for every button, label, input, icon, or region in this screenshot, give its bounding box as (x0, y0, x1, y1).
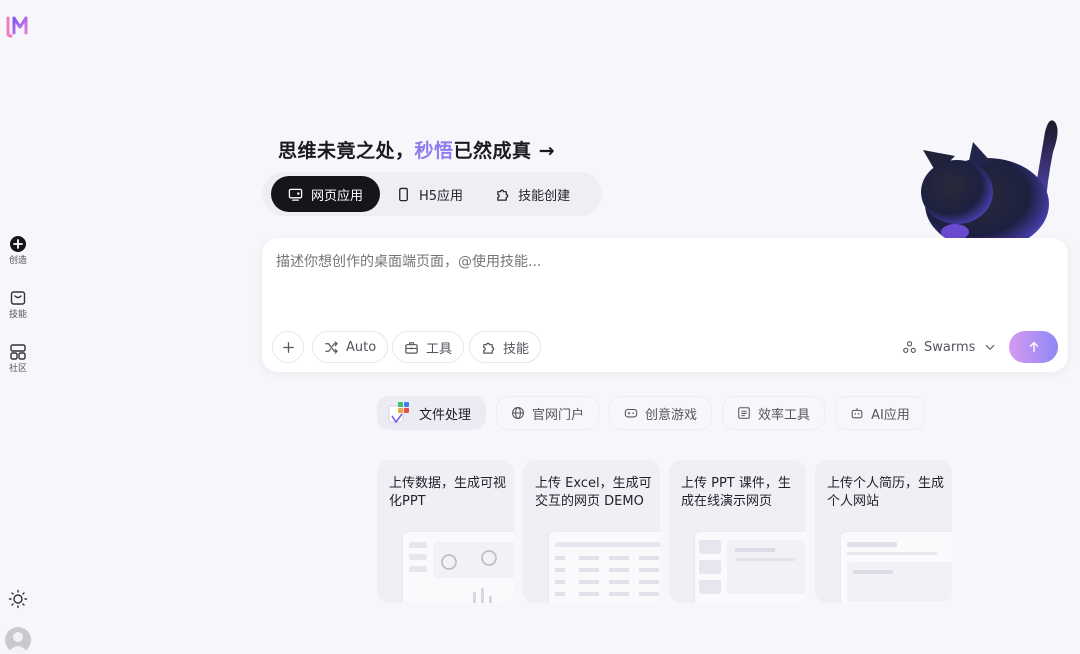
list-icon (738, 407, 750, 419)
card-thumbnail (841, 532, 952, 603)
category-chips: 文件处理 官网门户 创意游戏 效率工具 AI应用 (377, 396, 925, 430)
toolbox-icon (405, 341, 418, 354)
add-attachment-button[interactable] (272, 331, 304, 363)
sidebar-item-skills[interactable]: 技能 (0, 289, 36, 320)
tab-h5-app[interactable]: H5应用 (380, 176, 479, 212)
spreadsheet-preview-image (555, 542, 660, 596)
swarm-icon (903, 340, 916, 353)
skills-button[interactable]: 技能 (469, 331, 542, 363)
sidebar-item-label: 社区 (8, 364, 27, 374)
tab-skill-create[interactable]: 技能创建 (479, 176, 586, 212)
page-title: 思维未竟之处，秒悟已然成真 → (278, 140, 556, 162)
grid-icon (10, 344, 26, 360)
monitor-icon (288, 188, 303, 201)
cat-mascot-illustration (921, 120, 1058, 242)
logo-icon[interactable] (5, 13, 33, 39)
auto-button[interactable]: Auto (312, 331, 389, 363)
sun-icon[interactable] (8, 589, 28, 609)
slides-preview-image (699, 540, 805, 594)
prompt-input[interactable] (276, 254, 1036, 270)
bag-icon (10, 291, 26, 305)
card-thumbnail (695, 532, 806, 603)
dashboard-preview-image (409, 542, 514, 603)
category-file-processing[interactable]: 文件处理 (377, 396, 487, 430)
sidebar: 创造 技能 社区 (0, 0, 38, 654)
plus-icon (282, 341, 294, 353)
file-processing-icon (388, 402, 409, 424)
mode-tabs: 网页应用 H5应用 技能创建 (262, 172, 602, 216)
resume-site-preview-image (847, 542, 952, 602)
card-title: 上传个人简历，生成个人网站 (827, 476, 945, 509)
avatar[interactable] (5, 627, 31, 653)
template-card[interactable]: 上传 PPT 课件，生成在线演示网页 (669, 460, 806, 603)
phone-icon (399, 187, 408, 201)
send-button[interactable] (1009, 331, 1058, 363)
tools-button[interactable]: 工具 (392, 331, 465, 363)
template-card[interactable]: 上传个人简历，生成个人网站 (815, 460, 952, 603)
puzzle-icon (497, 189, 509, 201)
template-cards: 上传数据，生成可视化PPT 上传 Excel，生成可交互的网页 DEMO 上传 … (377, 460, 952, 603)
card-title: 上传 Excel，生成可交互的网页 DEMO (535, 476, 652, 509)
category-ai-apps[interactable]: AI应用 (835, 396, 925, 430)
template-card[interactable]: 上传 Excel，生成可交互的网页 DEMO (523, 460, 660, 603)
category-creative-games[interactable]: 创意游戏 (609, 396, 713, 430)
robot-icon (851, 408, 863, 419)
shuffle-icon (325, 340, 338, 354)
sidebar-item-label: 技能 (8, 310, 27, 320)
sidebar-item-create[interactable]: 创造 (0, 235, 36, 266)
arrow-up-icon (1029, 341, 1038, 353)
user-icon (8, 632, 28, 653)
category-website-portal[interactable]: 官网门户 (496, 396, 600, 430)
card-thumbnail (549, 532, 660, 603)
gamepad-icon (624, 408, 638, 418)
chevron-down-icon (986, 344, 995, 351)
globe-icon (512, 407, 524, 419)
puzzle-icon (483, 342, 495, 354)
card-title: 上传数据，生成可视化PPT (389, 476, 507, 509)
sidebar-item-community[interactable]: 社区 (0, 343, 36, 374)
sidebar-item-label: 创造 (8, 256, 27, 266)
template-card[interactable]: 上传数据，生成可视化PPT (377, 460, 514, 603)
category-productivity-tools[interactable]: 效率工具 (722, 396, 826, 430)
card-thumbnail (403, 532, 514, 603)
model-selector[interactable]: Swarms (902, 331, 996, 363)
prompt-box: Auto 工具 技能 Swarms (262, 238, 1068, 372)
plus-circle-icon (10, 236, 26, 252)
card-title: 上传 PPT 课件，生成在线演示网页 (681, 476, 791, 509)
tab-web-app[interactable]: 网页应用 (271, 176, 381, 212)
